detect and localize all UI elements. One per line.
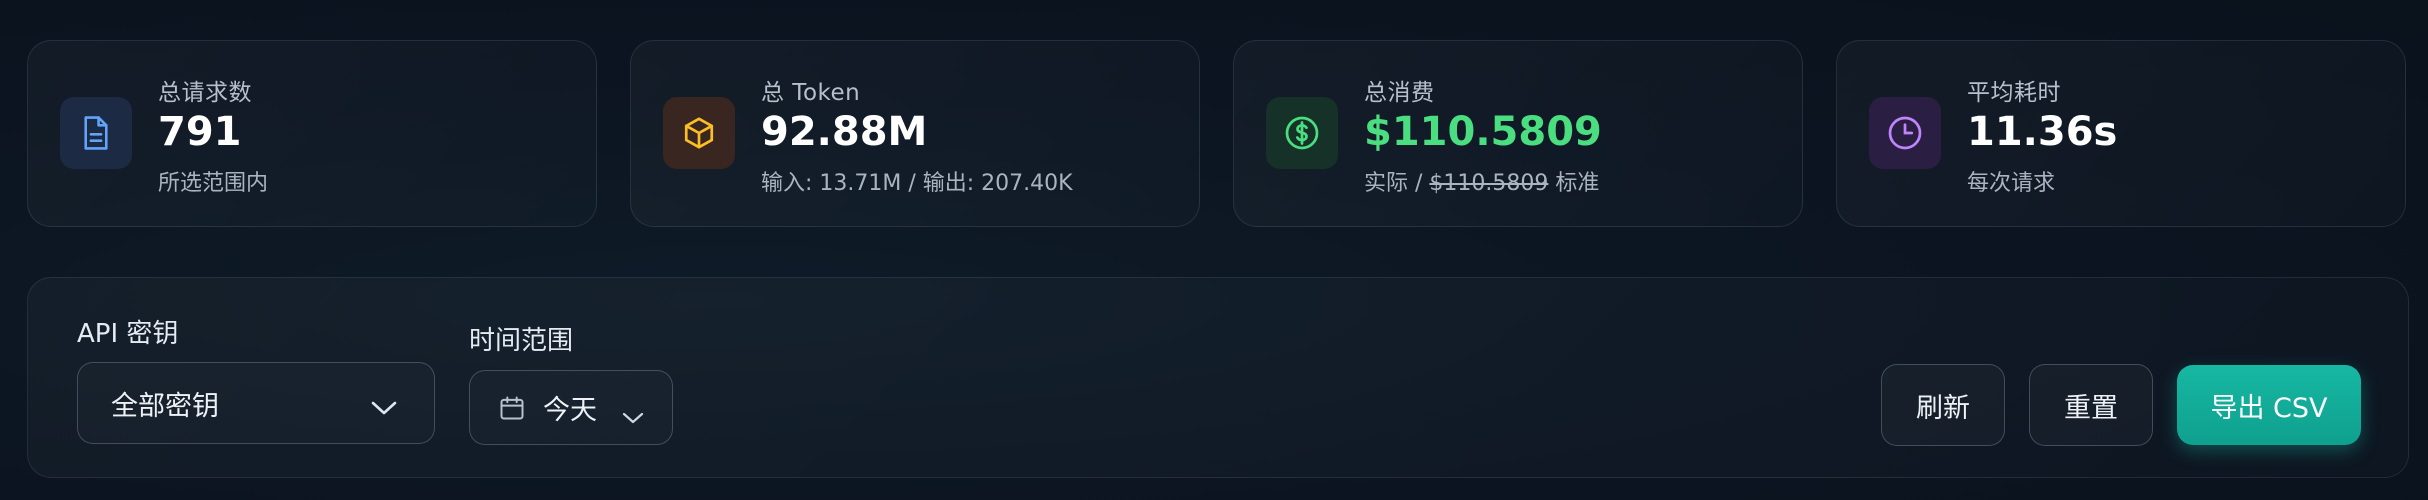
document-icon — [60, 97, 132, 169]
reset-button[interactable]: 重置 — [2029, 364, 2153, 446]
standard-cost-strikethrough: $110.5809 — [1429, 171, 1549, 196]
api-key-select[interactable]: 全部密钥 — [77, 362, 435, 444]
stat-sub: 实际 / $110.5809 标准 — [1364, 165, 1599, 197]
cube-icon — [663, 97, 735, 169]
stat-value: 92.88M — [761, 109, 928, 155]
calendar-icon — [498, 394, 526, 422]
stat-sub: 输入: 13.71M / 输出: 207.40K — [761, 171, 1073, 196]
stat-card-total-tokens: 总 Token 92.88M 输入: 13.71M / 输出: 207.40K — [630, 40, 1200, 227]
time-range-label: 时间范围 — [469, 326, 574, 356]
stat-label: 总请求数 — [158, 80, 252, 106]
stat-value: $110.5809 — [1364, 109, 1602, 155]
chevron-down-icon — [622, 401, 644, 432]
usage-dashboard: 总请求数 791 所选范围内 总 Token 92.88M 输入: 13.71M… — [0, 0, 2428, 500]
stat-value: 11.36s — [1967, 109, 2118, 155]
dollar-icon — [1266, 97, 1338, 169]
stat-card-avg-latency: 平均耗时 11.36s 每次请求 — [1836, 40, 2406, 227]
time-range-select-value: 今天 — [543, 395, 597, 426]
stat-label: 总消费 — [1364, 80, 1435, 106]
stat-label: 总 Token — [761, 80, 861, 106]
export-csv-button[interactable]: 导出 CSV — [2177, 365, 2361, 445]
api-key-label: API 密钥 — [77, 319, 179, 349]
stat-card-total-cost: 总消费 $110.5809 实际 / $110.5809 标准 — [1233, 40, 1803, 227]
chevron-down-icon — [370, 393, 398, 424]
clock-icon — [1869, 97, 1941, 169]
stat-sub-prefix: 实际 / — [1364, 171, 1430, 196]
stat-label: 平均耗时 — [1967, 80, 2061, 106]
stat-sub: 所选范围内 — [158, 171, 269, 196]
time-range-select[interactable]: 今天 — [469, 370, 673, 445]
stats-row: 总请求数 791 所选范围内 总 Token 92.88M 输入: 13.71M… — [27, 40, 2409, 227]
refresh-button[interactable]: 刷新 — [1881, 364, 2005, 446]
stat-card-total-requests: 总请求数 791 所选范围内 — [27, 40, 597, 227]
stat-value: 791 — [158, 109, 242, 155]
filter-panel: API 密钥 全部密钥 时间范围 今天 刷新 重置 导出 CSV — [27, 277, 2409, 478]
stat-sub: 每次请求 — [1967, 171, 2056, 196]
api-key-select-value: 全部密钥 — [111, 390, 219, 422]
stat-sub-suffix: 标准 — [1548, 171, 1600, 196]
